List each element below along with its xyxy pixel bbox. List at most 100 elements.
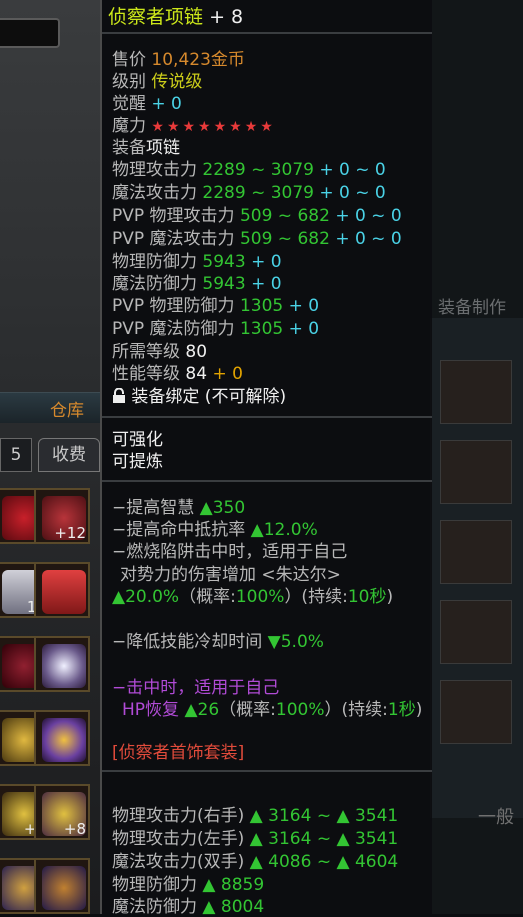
rate-value: 100% bbox=[275, 700, 325, 720]
stat-plus: + 0 ~ 0 bbox=[335, 206, 402, 226]
req-level-row: 所需等级 80 bbox=[112, 342, 207, 362]
option-label: −提高智慧 bbox=[112, 498, 195, 518]
total-min: ▲ 4086 bbox=[249, 852, 312, 872]
stat-base: 1305 bbox=[239, 319, 284, 339]
req-level-label: 所需等级 bbox=[112, 342, 180, 362]
total-row: 物理防御力 ▲ 8859 bbox=[112, 875, 264, 895]
option-row: −提高智慧 ▲350 bbox=[112, 498, 245, 518]
inventory-slot[interactable]: +12 bbox=[34, 488, 90, 544]
req-level-value: 80 bbox=[185, 342, 208, 362]
bind-text: 装备绑定 (不可解除) bbox=[131, 387, 287, 407]
tab-page-number[interactable]: 5 bbox=[0, 438, 32, 472]
set-name: [侦察者首饰套装] bbox=[112, 743, 245, 763]
crafting-tab-label[interactable]: 一般 bbox=[478, 803, 514, 829]
total-label: 魔法防御力 bbox=[112, 897, 197, 917]
warehouse-label[interactable]: 仓库 bbox=[50, 396, 84, 421]
can-enhance: 可强化 bbox=[112, 430, 163, 450]
awaken-label: 觉醒 bbox=[112, 94, 146, 114]
option-row: HP恢复 ▲26（概率:100%）(持续:1秒) bbox=[122, 700, 422, 720]
rate-label: （概率: bbox=[219, 700, 276, 720]
stat-plus: + 0 bbox=[251, 252, 282, 272]
total-row: 魔法防御力 ▲ 8004 bbox=[112, 897, 264, 917]
stat-row: PVP 物理攻击力 509 ~ 682 + 0 ~ 0 bbox=[112, 206, 402, 226]
total-max: ▲ 4604 bbox=[336, 852, 399, 872]
total-label: 魔法攻击力(双手) bbox=[112, 852, 245, 872]
price-label: 售价 bbox=[112, 50, 146, 70]
divider bbox=[102, 480, 432, 482]
option-row: −降低技能冷却时间 ▼5.0% bbox=[112, 632, 324, 652]
stat-label: 魔法攻击力 bbox=[112, 183, 197, 203]
awaken-value: + 0 bbox=[151, 94, 182, 114]
total-tilde: ~ bbox=[316, 806, 332, 826]
option-value: ▼5.0% bbox=[267, 632, 324, 652]
inventory-slot[interactable] bbox=[34, 710, 90, 766]
crafting-slot[interactable] bbox=[440, 600, 512, 664]
stat-row: 物理防御力 5943 + 0 bbox=[112, 252, 282, 272]
paren-close: ) bbox=[386, 587, 394, 607]
total-label: 物理攻击力(右手) bbox=[112, 806, 245, 826]
inventory-input-bar[interactable] bbox=[0, 18, 60, 48]
option-label: −提高命中抵抗率 bbox=[112, 520, 246, 540]
awaken-row: 觉醒 + 0 bbox=[112, 94, 182, 114]
stat-label: 物理防御力 bbox=[112, 252, 197, 272]
inventory-slot[interactable] bbox=[34, 636, 90, 692]
option-line: −击中时，适用于自己 bbox=[112, 678, 280, 698]
total-label: 物理攻击力(左手) bbox=[112, 829, 245, 849]
item-title: 侦察者项链 + 8 bbox=[108, 2, 243, 29]
slot-count: +8 bbox=[63, 820, 86, 838]
crafting-title: 装备制作 bbox=[438, 298, 506, 318]
stat-label: PVP 物理攻击力 bbox=[112, 206, 235, 226]
perf-level-plus: + 0 bbox=[212, 364, 243, 384]
option-value: ▲350 bbox=[199, 498, 246, 518]
perf-level-value: 84 bbox=[185, 364, 208, 384]
option-value: ▲26 bbox=[184, 700, 220, 720]
duration-value: 1秒 bbox=[387, 700, 416, 720]
inventory-slot[interactable]: +8 bbox=[34, 784, 90, 840]
pants-icon bbox=[42, 570, 86, 614]
crafting-slot[interactable] bbox=[440, 360, 512, 424]
stat-row: 魔法攻击力 2289 ~ 3079 + 0 ~ 0 bbox=[112, 183, 386, 203]
stat-row: PVP 魔法防御力 1305 + 0 bbox=[112, 319, 319, 339]
equip-row: 装备项链 bbox=[112, 138, 180, 158]
duration-label: ）(持续: bbox=[324, 700, 388, 720]
can-refine: 可提炼 bbox=[112, 452, 163, 472]
total-min: ▲ 8004 bbox=[202, 897, 265, 917]
bind-row: 装备绑定 (不可解除) bbox=[112, 387, 286, 407]
stat-base: 5943 bbox=[202, 274, 246, 294]
inventory-slot[interactable] bbox=[34, 562, 90, 618]
crafting-slot[interactable] bbox=[440, 520, 512, 584]
item-name: 侦察者项链 bbox=[108, 6, 204, 28]
tab-fee[interactable]: 收费 bbox=[38, 438, 100, 472]
crafting-slot[interactable] bbox=[440, 680, 512, 744]
stat-plus: + 0 bbox=[251, 274, 282, 294]
grade-value: 传说级 bbox=[151, 72, 203, 92]
stat-row: PVP 魔法攻击力 509 ~ 682 + 0 ~ 0 bbox=[112, 229, 402, 249]
stat-plus: + 0 ~ 0 bbox=[319, 160, 386, 180]
option-row: −提高命中抵抗率 ▲12.0% bbox=[112, 520, 318, 540]
equip-value: 项链 bbox=[146, 138, 180, 158]
stat-label: 魔法防御力 bbox=[112, 274, 197, 294]
option-value: ▲20.0% bbox=[112, 587, 180, 607]
stat-plus: + 0 ~ 0 bbox=[335, 229, 402, 249]
necklace-icon bbox=[42, 718, 86, 762]
total-max: ▲ 3541 bbox=[336, 806, 399, 826]
stat-label: 物理攻击力 bbox=[112, 160, 197, 180]
stat-base: 1305 bbox=[239, 296, 284, 316]
crafting-slot[interactable] bbox=[440, 440, 512, 504]
divider bbox=[102, 416, 432, 418]
total-min: ▲ 8859 bbox=[202, 875, 265, 895]
price-row: 售价 10,423金币 bbox=[112, 50, 245, 70]
star-rating: ★★★★★★★★ bbox=[151, 119, 276, 135]
option-line: 对势力的伤害增加 <朱达尔> bbox=[120, 565, 341, 585]
inventory-slot[interactable] bbox=[34, 858, 90, 914]
rate-label: （概率: bbox=[179, 587, 236, 607]
price-value: 10,423金币 bbox=[151, 50, 245, 70]
item-tooltip: 侦察者项链 + 8 售价 10,423金币 级别 传说级 觉醒 + 0 魔力 ★… bbox=[100, 0, 432, 917]
total-label: 物理防御力 bbox=[112, 875, 197, 895]
stat-base: 509 ~ 682 bbox=[239, 206, 330, 226]
rate-value: 100% bbox=[235, 587, 285, 607]
total-tilde: ~ bbox=[316, 829, 332, 849]
option-line: −燃烧陷阱击中时，适用于自己 bbox=[112, 542, 348, 562]
stat-base: 2289 ~ 3079 bbox=[202, 160, 314, 180]
option-value: ▲12.0% bbox=[250, 520, 318, 540]
